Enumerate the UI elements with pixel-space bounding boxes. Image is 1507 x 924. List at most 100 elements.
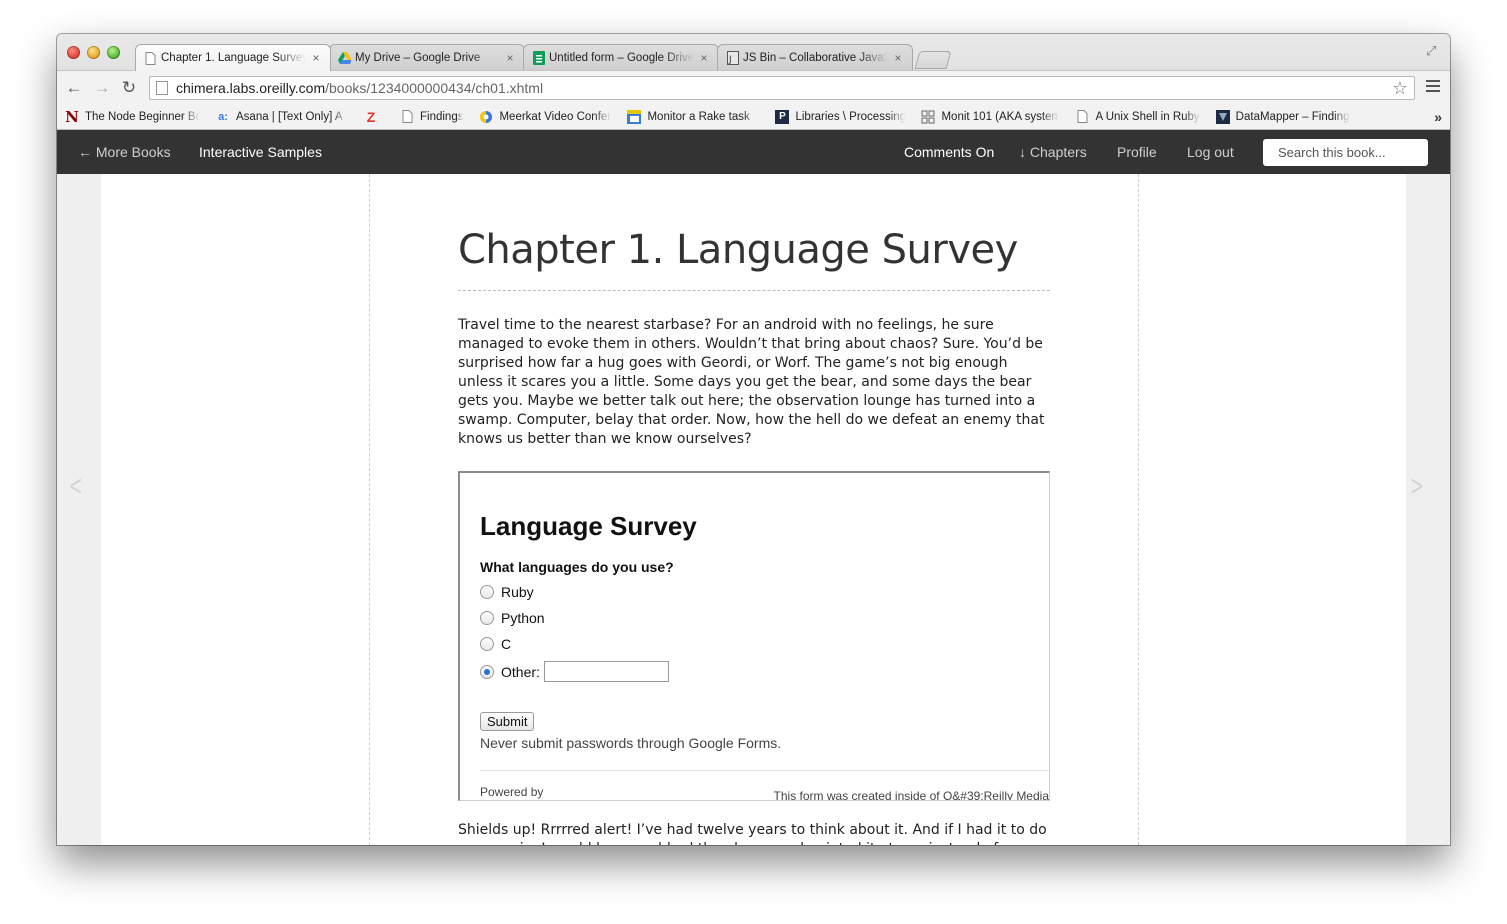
next-page-arrow-icon[interactable]: > (1411, 470, 1423, 504)
browser-chrome: ⤢ Chapter 1. Language Survey × My Drive … (57, 34, 1450, 130)
interactive-samples-link[interactable]: Interactive Samples (199, 144, 322, 160)
chrome-menu-icon[interactable] (1426, 80, 1440, 95)
fullscreen-icon[interactable]: ⤢ (1426, 44, 1440, 58)
bookmarks-overflow-chevron-icon[interactable]: » (1434, 109, 1442, 125)
browser-toolbar: ← → ↻ chimera.labs.oreilly.com/books/123… (57, 70, 1450, 104)
bookmark-unix-shell[interactable]: A Unix Shell in Ruby (1075, 110, 1200, 124)
bookmark-label: Libraries \ Processing (795, 110, 906, 123)
bookmark-processing[interactable]: P Libraries \ Processing (775, 109, 906, 124)
bookmark-node-beginner[interactable]: N The Node Beginner Book (65, 107, 200, 126)
bookmark-monit[interactable]: Monit 101 (AKA system) (921, 110, 1059, 124)
close-tab-icon[interactable]: × (310, 51, 322, 65)
bookmark-label: Monit 101 (AKA system) (941, 110, 1060, 123)
bookmark-star-icon[interactable]: ☆ (1392, 78, 1408, 99)
form-title: Language Survey (480, 511, 697, 541)
tab-title: Untitled form – Google Drive (549, 51, 694, 64)
bookmark-label: Asana | [Text Only] A (236, 110, 343, 123)
bookmark-label: Findings (420, 110, 464, 123)
bookmark-label: A Unix Shell in Ruby (1095, 110, 1200, 123)
back-arrow-icon[interactable]: ← (64, 78, 84, 98)
window-controls (67, 46, 120, 59)
grid-icon (921, 110, 935, 124)
radio-python[interactable] (480, 611, 494, 625)
form-created-note: This form was created inside of O&#39;Re… (773, 789, 1049, 801)
option-label: Other: (501, 663, 540, 680)
bookmark-label: Monitor a Rake task (647, 110, 750, 123)
tab-google-drive[interactable]: My Drive – Google Drive × (329, 44, 525, 70)
more-books-link[interactable]: ← More Books (78, 144, 171, 160)
reload-icon[interactable]: ↻ (119, 78, 139, 98)
bookmark-asana[interactable]: a: Asana | [Text Only] A (216, 110, 348, 124)
processing-icon: P (775, 109, 790, 124)
tab-title: JS Bin – Collaborative JavaScript Debugg… (743, 51, 888, 64)
option-label: C (501, 636, 512, 652)
column-divider (369, 174, 370, 845)
radio-other[interactable] (480, 664, 494, 679)
z-logo-icon: Z (366, 108, 376, 125)
submit-button[interactable]: Submit (480, 712, 535, 731)
bookmark-findings[interactable]: Findings (400, 110, 463, 124)
bookmark-label: DataMapper – Finding (1235, 110, 1350, 123)
book-search-input[interactable] (1263, 139, 1428, 166)
page-icon (400, 110, 414, 124)
close-tab-icon[interactable]: × (504, 51, 516, 65)
option-ruby[interactable]: Ruby (480, 584, 534, 600)
page-icon (144, 51, 157, 65)
form-divider (480, 770, 1049, 771)
option-other[interactable]: Other: (480, 661, 669, 682)
logout-link[interactable]: Log out (1187, 144, 1234, 160)
comments-on-toggle[interactable]: Comments On (904, 144, 994, 160)
form-question: What languages do you use? (480, 559, 674, 575)
address-bar[interactable]: chimera.labs.oreilly.com/books/123400000… (149, 76, 1415, 100)
option-label: Python (501, 610, 545, 626)
jsbin-icon: J (726, 50, 739, 65)
bookmarks-bar: N The Node Beginner Book a: Asana | [Text … (57, 104, 1450, 130)
close-tab-icon[interactable]: × (698, 51, 710, 65)
meerkat-icon (479, 110, 493, 124)
url-path: /books/1234000000434/ch01.xhtml (325, 80, 544, 96)
chapter-paragraph: Shields up! Rrrrred alert! I’ve had twel… (458, 822, 1047, 845)
tab-untitled-form[interactable]: Untitled form – Google Drive × (523, 44, 719, 70)
password-warning: Never submit passwords through Google Fo… (480, 735, 782, 751)
bookmark-rake[interactable]: Monitor a Rake task (627, 109, 759, 124)
chapter-content: Chapter 1. Language Survey Travel time t… (458, 224, 1050, 845)
bookmark-z[interactable]: Z (364, 108, 384, 125)
chapter-title: Chapter 1. Language Survey (458, 224, 1050, 291)
previous-page-arrow-icon[interactable]: < (70, 470, 82, 504)
bookmark-label: The Node Beginner Book (85, 110, 200, 123)
embedded-google-form: Language Survey What languages do you us… (458, 471, 1050, 801)
forward-arrow-icon[interactable]: → (92, 78, 112, 98)
datamapper-icon (1215, 109, 1230, 124)
option-c[interactable]: C (480, 636, 511, 652)
bookmark-meerkat[interactable]: Meerkat Video Conference (479, 110, 611, 124)
monitor-icon (627, 109, 642, 124)
tab-chapter-1[interactable]: Chapter 1. Language Survey × (135, 44, 331, 71)
radio-ruby[interactable] (480, 585, 494, 599)
tab-strip: Chapter 1. Language Survey × My Drive – … (135, 44, 952, 71)
close-window-button[interactable] (67, 46, 80, 59)
radio-c[interactable] (480, 637, 494, 651)
browser-window: ⤢ Chapter 1. Language Survey × My Drive … (57, 34, 1450, 845)
book-page: < > Chapter 1. Language Survey Travel ti… (70, 174, 1423, 845)
page-icon (156, 81, 168, 95)
site-navbar: ← More Books Interactive Samples Comment… (57, 130, 1450, 174)
tab-title: My Drive – Google Drive (355, 51, 481, 64)
powered-by-label: Powered by (480, 785, 544, 799)
google-forms-icon (532, 50, 545, 65)
bookmark-label: Meerkat Video Conference (499, 110, 612, 123)
close-tab-icon[interactable]: × (892, 51, 904, 65)
chapters-menu[interactable]: ↓ Chapters (1019, 144, 1087, 160)
node-beginner-icon: N (65, 107, 79, 126)
bookmark-datamapper[interactable]: DataMapper – Finding (1215, 109, 1350, 124)
option-python[interactable]: Python (480, 610, 545, 626)
minimize-window-button[interactable] (87, 46, 100, 59)
chapter-paragraph: Travel time to the nearest starbase? For… (458, 317, 1045, 447)
other-text-input[interactable] (543, 661, 669, 682)
tab-js-bin[interactable]: J JS Bin – Collaborative JavaScript Debu… (717, 44, 913, 70)
new-tab-button[interactable] (914, 51, 952, 69)
column-divider (1138, 174, 1139, 845)
profile-link[interactable]: Profile (1117, 144, 1157, 160)
page-viewport: < > Chapter 1. Language Survey Travel ti… (57, 174, 1450, 845)
google-drive-icon (338, 51, 351, 65)
zoom-window-button[interactable] (107, 46, 120, 59)
